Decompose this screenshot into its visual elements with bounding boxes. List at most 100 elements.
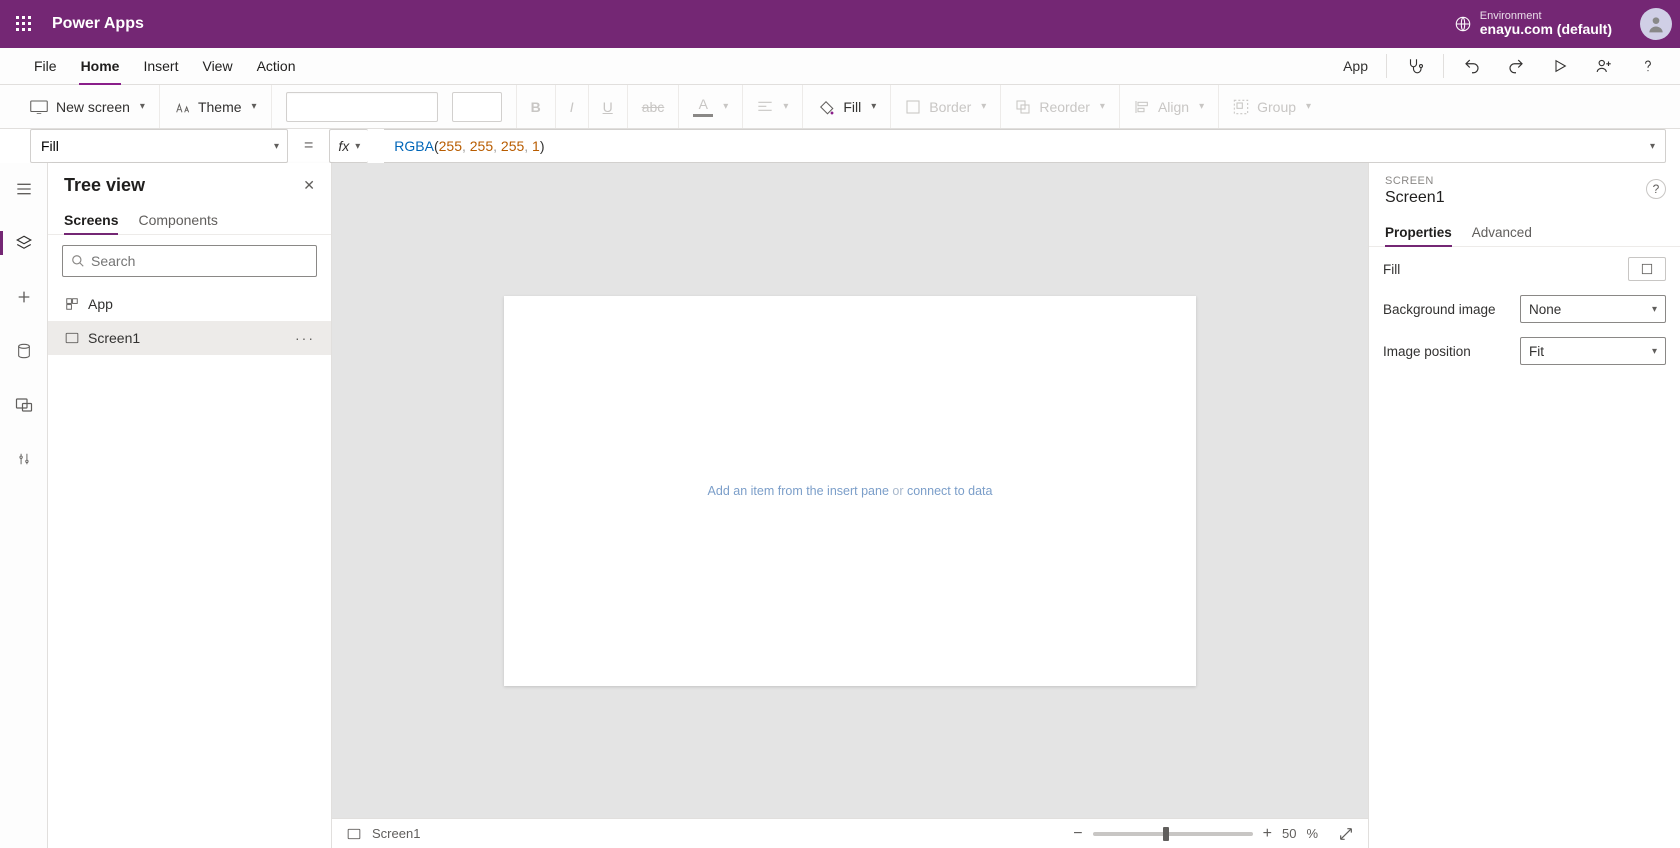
formula-arg-1: 255 (470, 138, 493, 154)
app-settings-button[interactable]: App (1333, 48, 1378, 84)
imgpos-dropdown[interactable]: Fit ▾ (1520, 337, 1666, 365)
paint-bucket-icon (817, 98, 835, 116)
align-icon (1134, 99, 1150, 115)
tree-item-label: App (88, 296, 113, 312)
menu-action[interactable]: Action (245, 48, 308, 84)
group-button[interactable]: Group ▾ (1219, 85, 1325, 128)
fit-to-window-button[interactable] (1338, 826, 1354, 842)
user-avatar[interactable] (1640, 8, 1672, 40)
stethoscope-icon (1406, 57, 1424, 75)
fill-label: Fill (843, 99, 861, 115)
fx-button[interactable]: fx ▾ (329, 129, 368, 163)
app-launcher-button[interactable] (8, 8, 40, 40)
play-icon (1552, 58, 1568, 74)
rail-data-button[interactable] (8, 335, 40, 367)
undo-button[interactable] (1452, 48, 1492, 84)
global-header: Power Apps Environment enayu.com (defaul… (0, 0, 1680, 48)
menu-view[interactable]: View (190, 48, 244, 84)
tree-search-input[interactable] (91, 253, 308, 269)
formula-input[interactable]: RGBA(255, 255, 255, 1) ▾ (384, 129, 1666, 163)
tree-item-screen1[interactable]: Screen1 ··· (48, 321, 331, 355)
text-align-button[interactable]: ▾ (743, 85, 803, 128)
formula-expand-icon[interactable]: ▾ (1650, 141, 1655, 152)
tree-search[interactable] (62, 245, 317, 277)
zoom-in-button[interactable]: + (1263, 825, 1272, 843)
sliders-icon (17, 450, 31, 468)
rail-media-button[interactable] (8, 389, 40, 421)
new-screen-label: New screen (56, 99, 130, 115)
canvas-screen[interactable]: Add an item from the insert pane or conn… (504, 296, 1196, 686)
app-checker-button[interactable] (1395, 48, 1435, 84)
menu-bar: File Home Insert View Action App (0, 48, 1680, 85)
reorder-button[interactable]: Reorder ▾ (1001, 85, 1120, 128)
zoom-out-button[interactable]: − (1073, 825, 1082, 843)
menu-home[interactable]: Home (69, 48, 132, 84)
font-color-button[interactable]: A ▾ (679, 85, 743, 128)
waffle-icon (16, 16, 32, 32)
menu-insert[interactable]: Insert (131, 48, 190, 84)
border-icon (905, 99, 921, 115)
chevron-down-icon: ▾ (1652, 346, 1657, 357)
preview-button[interactable] (1540, 48, 1580, 84)
tab-advanced[interactable]: Advanced (1472, 219, 1532, 246)
chevron-down-icon: ▾ (783, 101, 788, 112)
group-icon (1233, 99, 1249, 115)
font-size-dropdown[interactable] (452, 85, 517, 128)
italic-label: I (570, 99, 574, 115)
zoom-suffix: % (1306, 826, 1318, 841)
app-icon (64, 296, 80, 312)
rail-tree-view-button[interactable] (8, 227, 40, 259)
font-family-dropdown[interactable] (272, 85, 452, 128)
new-screen-button[interactable]: New screen ▾ (0, 85, 160, 128)
bold-button[interactable]: B (517, 85, 556, 128)
question-icon (1641, 57, 1655, 75)
redo-button[interactable] (1496, 48, 1536, 84)
chevron-down-icon: ▾ (871, 101, 876, 112)
strike-button[interactable]: abc (628, 85, 680, 128)
underline-button[interactable]: U (589, 85, 628, 128)
canvas-area: Add an item from the insert pane or conn… (332, 163, 1368, 848)
zoom-slider[interactable] (1093, 832, 1253, 836)
reorder-icon (1015, 99, 1031, 115)
tab-screens[interactable]: Screens (64, 206, 118, 234)
align-button[interactable]: Align ▾ (1120, 85, 1219, 128)
plus-icon (16, 289, 32, 305)
property-selector[interactable]: Fill ▾ (30, 129, 288, 163)
tree-close-button[interactable]: ✕ (303, 177, 315, 194)
fill-button[interactable]: Fill ▾ (803, 85, 891, 128)
connect-data-link[interactable]: connect to data (907, 484, 992, 498)
chevron-down-icon: ▾ (723, 101, 728, 112)
rail-insert-button[interactable] (8, 281, 40, 313)
properties-header: SCREEN Screen1 ? (1369, 163, 1680, 211)
ribbon: New screen ▾ Theme ▾ B I U abc A ▾ ▾ (0, 85, 1680, 129)
chevron-down-icon: ▾ (1652, 304, 1657, 315)
rail-hamburger-button[interactable] (8, 173, 40, 205)
tree-header: Tree view ✕ (48, 163, 331, 202)
canvas-viewport[interactable]: Add an item from the insert pane or conn… (332, 163, 1368, 818)
zoom-value: 50 (1282, 826, 1296, 841)
chevron-down-icon: ▾ (1100, 101, 1105, 112)
strike-icon: abc (642, 99, 665, 115)
redo-icon (1507, 57, 1525, 75)
bgimage-dropdown[interactable]: None ▾ (1520, 295, 1666, 323)
menu-file[interactable]: File (22, 48, 69, 84)
italic-button[interactable]: I (556, 85, 589, 128)
properties-help-button[interactable]: ? (1646, 179, 1666, 199)
theme-button[interactable]: Theme ▾ (160, 85, 272, 128)
zoom-slider-thumb[interactable] (1163, 827, 1169, 841)
environment-picker[interactable]: Environment enayu.com (default) (1454, 10, 1612, 37)
font-family-box[interactable] (286, 92, 438, 122)
insert-pane-link[interactable]: Add an item from the insert pane (708, 484, 889, 498)
tree-item-app[interactable]: App (48, 287, 331, 321)
fill-color-swatch[interactable] (1628, 257, 1666, 281)
share-button[interactable] (1584, 48, 1624, 84)
screen-icon (30, 100, 48, 114)
tree-item-more-button[interactable]: ··· (295, 330, 315, 346)
font-size-box[interactable] (452, 92, 502, 122)
rail-tools-button[interactable] (8, 443, 40, 475)
tab-properties[interactable]: Properties (1385, 219, 1452, 246)
border-button[interactable]: Border ▾ (891, 85, 1001, 128)
tab-components[interactable]: Components (138, 206, 217, 234)
help-button[interactable] (1628, 48, 1668, 84)
tree-item-label: Screen1 (88, 330, 140, 346)
